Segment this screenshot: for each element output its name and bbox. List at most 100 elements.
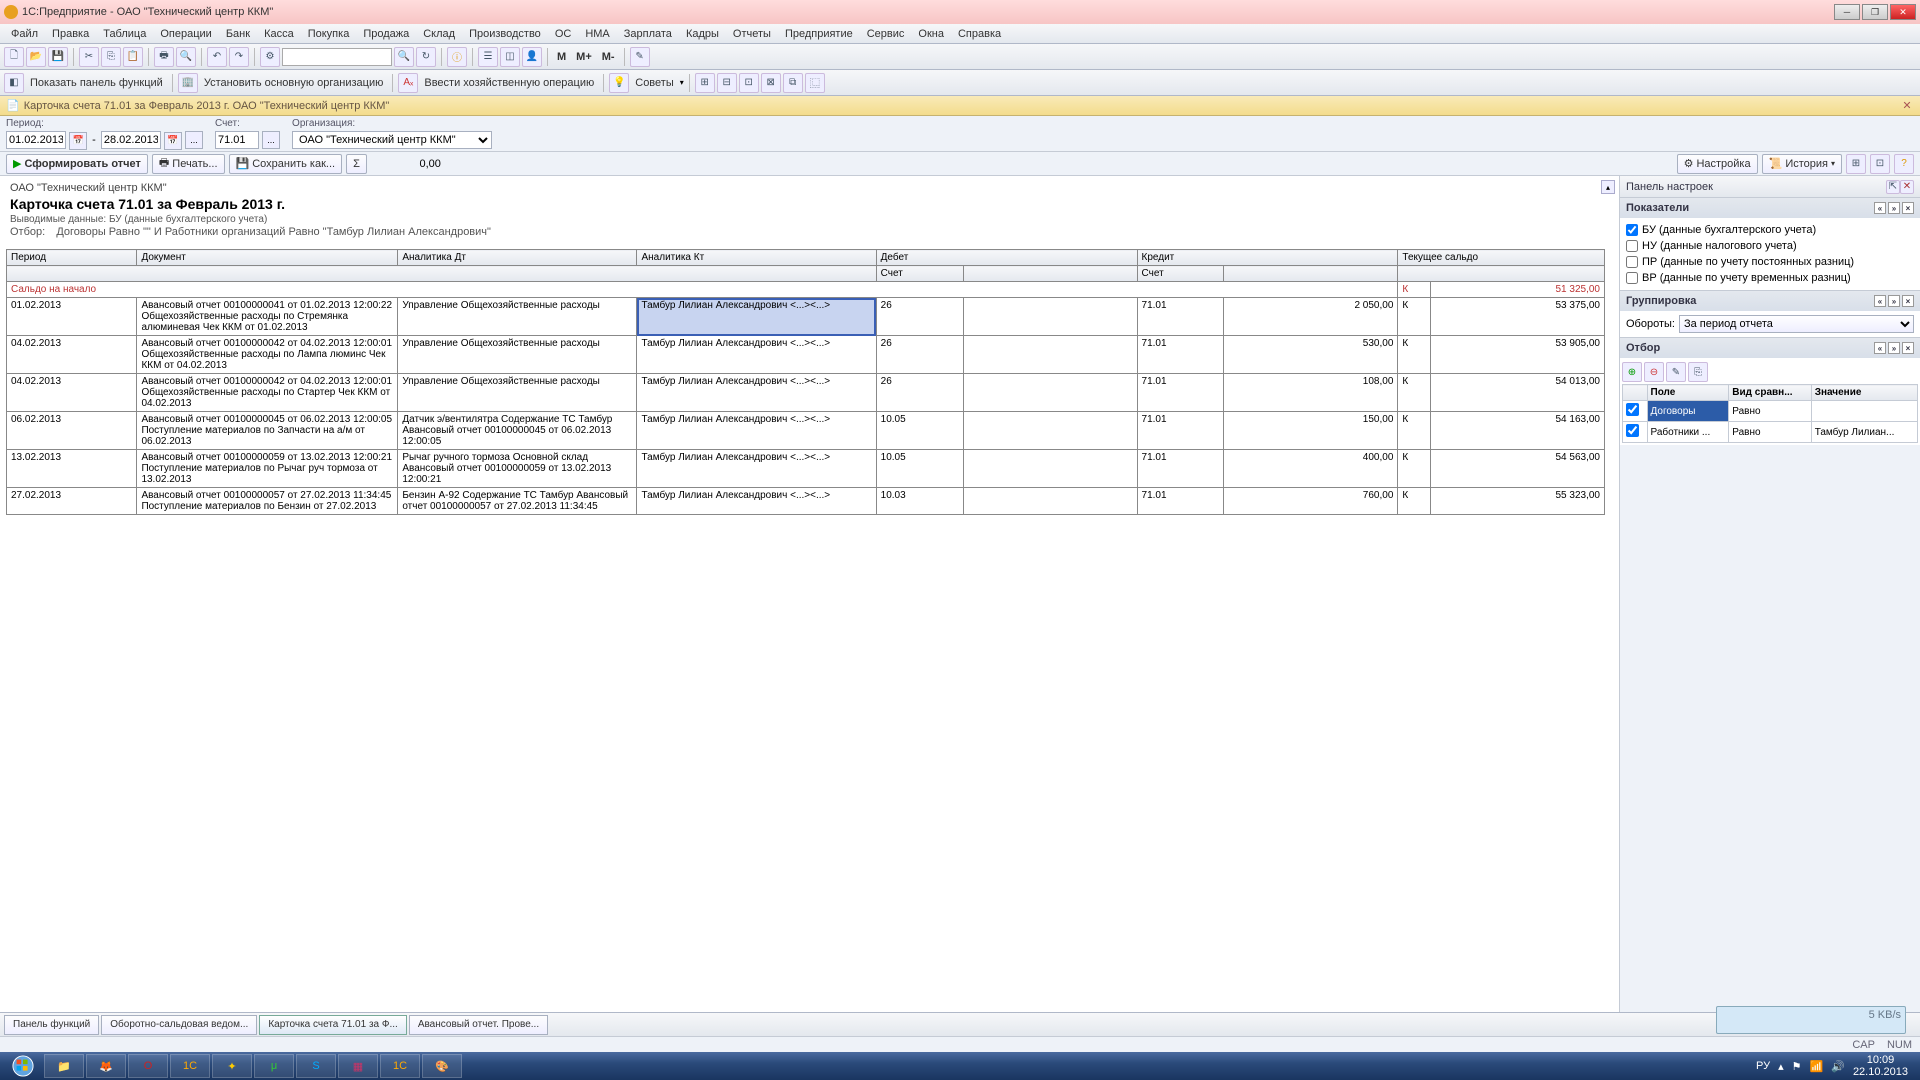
m-button[interactable]: M — [553, 51, 570, 63]
filter-row[interactable]: Работники ...РавноТамбур Лилиан... — [1623, 422, 1918, 443]
date-from-input[interactable] — [6, 131, 66, 149]
tool3-icon[interactable]: ⊡ — [739, 73, 759, 93]
indicator-check[interactable]: ВР (данные по учету временных разниц) — [1626, 270, 1914, 286]
menu-банк[interactable]: Банк — [219, 28, 257, 40]
indicator-check[interactable]: БУ (данные бухгалтерского учета) — [1626, 222, 1914, 238]
period-more-button[interactable]: ... — [185, 131, 203, 149]
col-header[interactable]: Аналитика Кт — [637, 250, 876, 266]
indicator-check[interactable]: НУ (данные налогового учета) — [1626, 238, 1914, 254]
undo-icon[interactable]: ↶ — [207, 47, 227, 67]
advice-icon[interactable]: 💡 — [609, 73, 629, 93]
indicator-check[interactable]: ПР (данные по учету постоянных разниц) — [1626, 254, 1914, 270]
list-icon[interactable]: ☰ — [478, 47, 498, 67]
extra2-icon[interactable]: ⊡ — [1870, 154, 1890, 174]
settings-expand-icon[interactable]: ⇱ — [1886, 180, 1900, 194]
menu-таблица[interactable]: Таблица — [96, 28, 153, 40]
help-icon[interactable]: ⓘ — [447, 47, 467, 67]
ind-x-icon[interactable]: × — [1902, 202, 1914, 214]
table-row[interactable]: 27.02.2013Авансовый отчет 00100000057 от… — [7, 488, 1605, 515]
ind-right-icon[interactable]: » — [1888, 202, 1900, 214]
print-icon[interactable]: 🖶 — [154, 47, 174, 67]
filter-copy-icon[interactable]: ⎘ — [1688, 362, 1708, 382]
menu-отчеты[interactable]: Отчеты — [726, 28, 778, 40]
redo-icon[interactable]: ↷ — [229, 47, 249, 67]
tool4-icon[interactable]: ⊠ — [761, 73, 781, 93]
tray-net-icon[interactable]: 📶 — [1810, 1060, 1824, 1073]
scroll-top-icon[interactable]: ▴ — [1601, 180, 1615, 194]
menu-кадры[interactable]: Кадры — [679, 28, 726, 40]
settings-button[interactable]: ⚙Настройка — [1677, 154, 1758, 174]
tool2-icon[interactable]: ⊟ — [717, 73, 737, 93]
flt-x-icon[interactable]: × — [1902, 342, 1914, 354]
firefox-task[interactable]: 🦊 — [86, 1054, 126, 1078]
flt-left-icon[interactable]: « — [1874, 342, 1886, 354]
app3-task[interactable]: ▦ — [338, 1054, 378, 1078]
explorer-task[interactable]: 📁 — [44, 1054, 84, 1078]
calc-icon[interactable]: ⚙ — [260, 47, 280, 67]
help2-icon[interactable]: ? — [1894, 154, 1914, 174]
account-input[interactable] — [215, 131, 259, 149]
skype-task[interactable]: S — [296, 1054, 336, 1078]
cal-from-icon[interactable]: 📅 — [69, 132, 87, 150]
menu-операции[interactable]: Операции — [153, 28, 218, 40]
menu-предприятие[interactable]: Предприятие — [778, 28, 860, 40]
show-panel-button[interactable]: Показать панель функций — [26, 77, 167, 89]
new-icon[interactable]: 🗋 — [4, 47, 24, 67]
menu-ос[interactable]: ОС — [548, 28, 579, 40]
style-icon[interactable]: ✎ — [630, 47, 650, 67]
1c-task[interactable]: 1C — [170, 1054, 210, 1078]
print-button[interactable]: 🖶Печать... — [152, 154, 225, 174]
menu-продажа[interactable]: Продажа — [356, 28, 416, 40]
menu-справка[interactable]: Справка — [951, 28, 1008, 40]
menu-правка[interactable]: Правка — [45, 28, 96, 40]
save-as-button[interactable]: 💾Сохранить как... — [229, 154, 343, 174]
search-icon[interactable]: 🔍 — [394, 47, 414, 67]
menu-нма[interactable]: НМА — [578, 28, 616, 40]
history-button[interactable]: 📜История▾ — [1762, 154, 1842, 174]
flt-right-icon[interactable]: » — [1888, 342, 1900, 354]
menu-окна[interactable]: Окна — [911, 28, 951, 40]
col-header[interactable]: Документ — [137, 250, 398, 266]
grp-left-icon[interactable]: « — [1874, 295, 1886, 307]
filter-edit-icon[interactable]: ✎ — [1666, 362, 1686, 382]
filter-add-icon[interactable]: ⊕ — [1622, 362, 1642, 382]
m-minus-button[interactable]: M- — [598, 51, 619, 63]
save-icon[interactable]: 💾 — [48, 47, 68, 67]
col-header[interactable]: Период — [7, 250, 137, 266]
panel-icon[interactable]: ◧ — [4, 73, 24, 93]
table-row[interactable]: 04.02.2013Авансовый отчет 00100000042 от… — [7, 336, 1605, 374]
tray-up-icon[interactable]: ▴ — [1778, 1060, 1784, 1073]
menu-файл[interactable]: Файл — [4, 28, 45, 40]
filter-table[interactable]: ПолеВид сравн...ЗначениеДоговорыРавноРаб… — [1622, 384, 1918, 443]
menu-касса[interactable]: Касса — [257, 28, 301, 40]
preview-icon[interactable]: 🔍 — [176, 47, 196, 67]
app2-task[interactable]: ✦ — [212, 1054, 252, 1078]
torrent-task[interactable]: μ — [254, 1054, 294, 1078]
menu-производство[interactable]: Производство — [462, 28, 548, 40]
cal-to-icon[interactable]: 📅 — [164, 132, 182, 150]
task-tab[interactable]: Оборотно-сальдовая ведом... — [101, 1015, 257, 1035]
grp-x-icon[interactable]: × — [1902, 295, 1914, 307]
start-button[interactable] — [4, 1053, 42, 1079]
filter-row[interactable]: ДоговорыРавно — [1623, 401, 1918, 422]
minimize-button[interactable]: ─ — [1834, 4, 1860, 20]
tool-icon[interactable]: ⊞ — [695, 73, 715, 93]
tray-vol-icon[interactable]: 🔊 — [1831, 1060, 1845, 1073]
date-to-input[interactable] — [101, 131, 161, 149]
ind-left-icon[interactable]: « — [1874, 202, 1886, 214]
tool5-icon[interactable]: ⧉ — [783, 73, 803, 93]
advice-button[interactable]: Советы — [631, 77, 677, 89]
m-plus-button[interactable]: M+ — [572, 51, 596, 63]
table-row[interactable]: 04.02.2013Авансовый отчет 00100000042 от… — [7, 374, 1605, 412]
tray-flag-icon[interactable]: ⚑ — [1792, 1060, 1802, 1073]
col-header[interactable]: Аналитика Дт — [398, 250, 637, 266]
account-more-button[interactable]: ... — [262, 131, 280, 149]
tool6-icon[interactable]: ⿺ — [805, 73, 825, 93]
form-report-button[interactable]: ▶Сформировать отчет — [6, 154, 148, 174]
menu-покупка[interactable]: Покупка — [301, 28, 357, 40]
lang-indicator[interactable]: РУ — [1756, 1060, 1770, 1072]
table-row[interactable]: 01.02.2013Авансовый отчет 00100000041 от… — [7, 298, 1605, 336]
search-input[interactable] — [282, 48, 392, 66]
refresh-icon[interactable]: ↻ — [416, 47, 436, 67]
col-header[interactable]: Текущее сальдо — [1398, 250, 1605, 266]
